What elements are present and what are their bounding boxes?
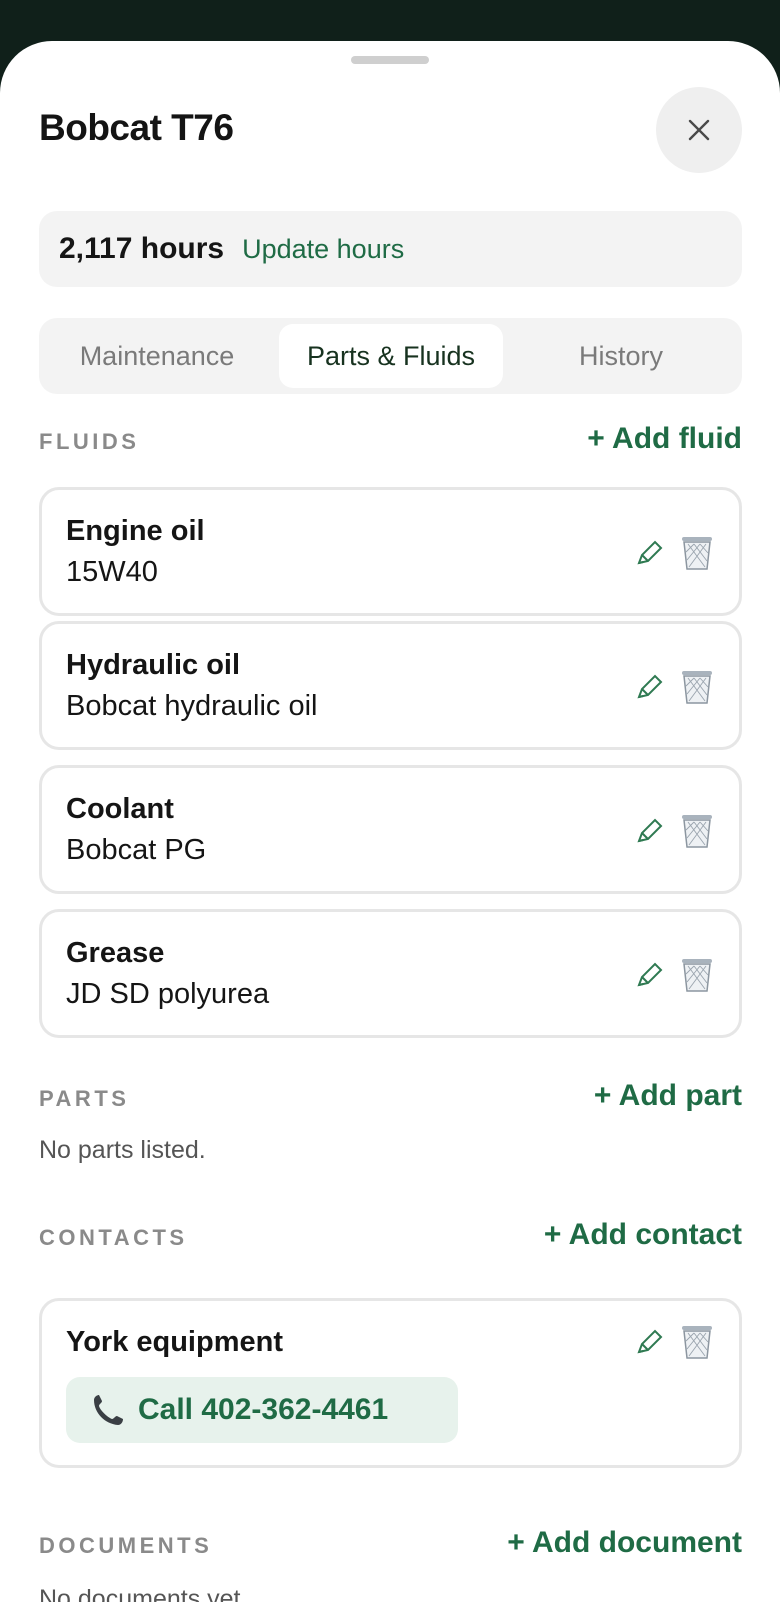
fluid-card-hydraulic-oil: Hydraulic oil Bobcat hydraulic oil — [39, 621, 742, 750]
contacts-section-label: CONTACTS — [39, 1225, 188, 1250]
sheet-grabber[interactable] — [351, 56, 429, 64]
call-button-label: Call 402-362-4461 — [138, 1393, 389, 1426]
contact-name: York equipment — [66, 1326, 283, 1358]
fluid-value: 15W40 — [66, 556, 158, 588]
equipment-detail-sheet: Bobcat T76 2,117 hours Update hours Main… — [0, 41, 780, 1602]
trash-icon[interactable] — [680, 534, 714, 572]
parts-empty-text: No parts listed. — [39, 1136, 206, 1164]
contact-card: York equipment Call 402-362-4461 — [39, 1298, 742, 1468]
fluid-card-grease: Grease JD SD polyurea — [39, 909, 742, 1038]
add-fluid-button[interactable]: + Add fluid — [587, 422, 742, 456]
trash-icon[interactable] — [680, 956, 714, 994]
fluid-name: Grease — [66, 937, 165, 969]
add-part-button[interactable]: + Add part — [594, 1079, 742, 1113]
tab-bar: Maintenance Parts & Fluids History — [39, 318, 742, 394]
pencil-icon[interactable] — [634, 538, 666, 570]
fluid-card-coolant: Coolant Bobcat PG — [39, 765, 742, 894]
fluid-name: Engine oil — [66, 515, 205, 547]
tab-parts-fluids[interactable]: Parts & Fluids — [279, 324, 503, 388]
fluid-card-engine-oil: Engine oil 15W40 — [39, 487, 742, 616]
documents-empty-text: No documents yet. — [39, 1585, 248, 1602]
close-button[interactable] — [656, 87, 742, 173]
page-title: Bobcat T76 — [39, 107, 234, 148]
call-contact-button[interactable]: Call 402-362-4461 — [66, 1377, 458, 1443]
update-hours-link[interactable]: Update hours — [242, 234, 404, 265]
add-document-button[interactable]: + Add document — [507, 1526, 742, 1560]
pencil-icon[interactable] — [634, 816, 666, 848]
hours-panel: 2,117 hours Update hours — [39, 211, 742, 287]
trash-icon[interactable] — [680, 668, 714, 706]
tab-maintenance[interactable]: Maintenance — [45, 324, 269, 388]
documents-section-label: DOCUMENTS — [39, 1533, 213, 1558]
close-icon — [688, 119, 710, 141]
fluid-value: Bobcat PG — [66, 834, 207, 866]
trash-icon[interactable] — [680, 812, 714, 850]
fluid-name: Hydraulic oil — [66, 649, 241, 681]
fluid-name: Coolant — [66, 793, 174, 825]
parts-section-label: PARTS — [39, 1086, 130, 1111]
pencil-icon[interactable] — [634, 672, 666, 704]
trash-icon[interactable] — [680, 1323, 714, 1361]
add-contact-button[interactable]: + Add contact — [544, 1218, 742, 1252]
tab-history[interactable]: History — [509, 324, 733, 388]
phone-icon — [94, 1395, 123, 1425]
fluids-section-label: FLUIDS — [39, 429, 140, 454]
pencil-icon[interactable] — [634, 960, 666, 992]
hours-value: 2,117 hours — [59, 232, 225, 265]
fluid-value: JD SD polyurea — [66, 978, 270, 1010]
fluid-value: Bobcat hydraulic oil — [66, 690, 318, 722]
pencil-icon[interactable] — [634, 1327, 666, 1359]
